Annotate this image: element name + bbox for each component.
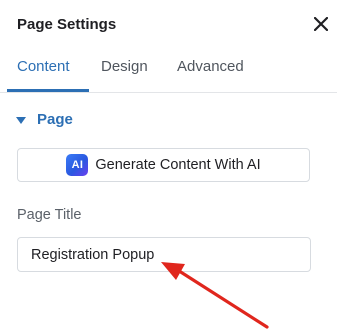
- section-label: Page: [37, 111, 73, 128]
- close-icon: [314, 17, 328, 31]
- tab-design[interactable]: Design: [101, 58, 148, 76]
- close-button[interactable]: [311, 14, 331, 34]
- generate-content-ai-button[interactable]: AI Generate Content With AI: [17, 148, 310, 182]
- tab-content[interactable]: Content: [17, 58, 70, 76]
- tab-advanced[interactable]: Advanced: [177, 58, 244, 76]
- ai-icon: AI: [66, 154, 89, 176]
- active-tab-indicator: [7, 89, 89, 92]
- panel-title: Page Settings: [17, 16, 117, 33]
- page-title-label: Page Title: [17, 207, 82, 223]
- ai-button-label: Generate Content With AI: [95, 157, 261, 173]
- page-title-input[interactable]: [17, 237, 311, 272]
- caret-down-icon: [16, 116, 26, 124]
- section-toggle-page[interactable]: Page: [16, 111, 73, 128]
- tab-bar: Content Design Advanced: [0, 52, 337, 93]
- page-settings-panel: Page Settings Content Design Advanced Pa…: [0, 0, 337, 333]
